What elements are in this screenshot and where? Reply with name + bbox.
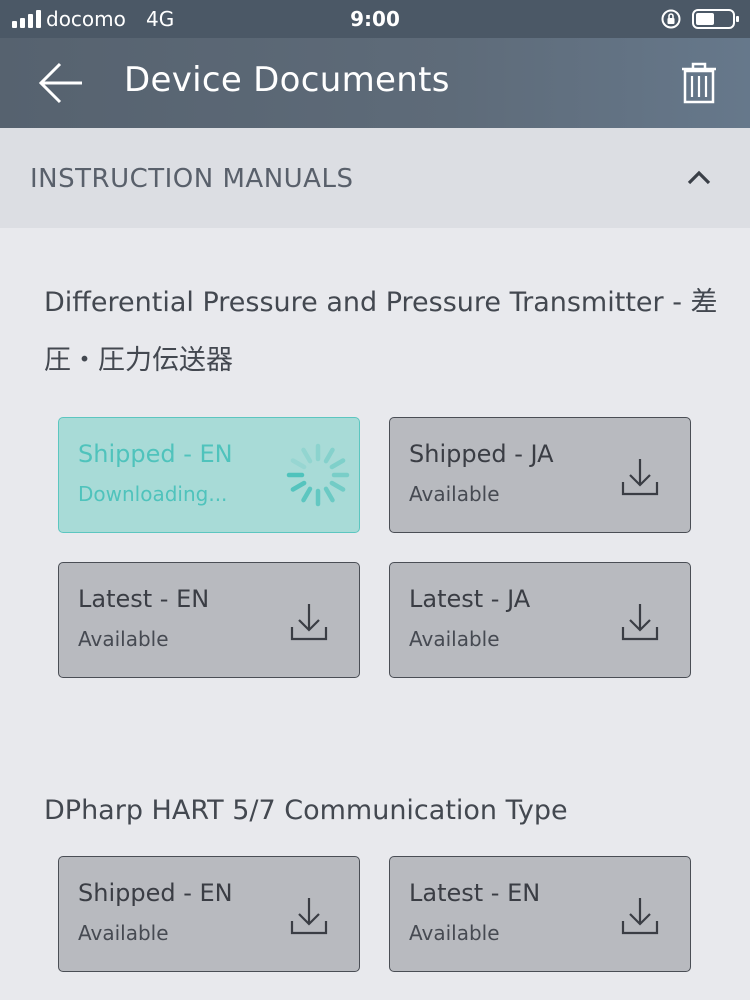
instruction-manuals-section-toggle[interactable]: INSTRUCTION MANUALS	[0, 128, 750, 228]
download-icon	[621, 459, 659, 496]
doc-label: Shipped - EN	[78, 879, 233, 907]
back-arrow-icon[interactable]	[36, 60, 86, 106]
group-title: Differential Pressure and Pressure Trans…	[44, 287, 718, 376]
download-icon	[290, 898, 328, 935]
download-icon	[621, 604, 659, 641]
app-header: Device Documents	[0, 38, 750, 128]
doc-button-shipped-ja[interactable]: Shipped - JA Available	[389, 417, 691, 533]
chevron-up-icon[interactable]	[686, 168, 712, 186]
loading-spinner-icon	[286, 443, 350, 507]
doc-label: Shipped - EN	[78, 440, 233, 468]
trash-icon[interactable]	[680, 62, 718, 104]
status-bar: docomo 4G 9:00	[0, 0, 750, 38]
orientation-lock-icon	[661, 9, 681, 29]
page-title: Device Documents	[124, 60, 450, 100]
doc-button-latest-en[interactable]: Latest - EN Available	[389, 856, 691, 972]
doc-status: Available	[78, 921, 169, 945]
section-label: INSTRUCTION MANUALS	[30, 164, 354, 194]
group-title: DPharp HART 5/7 Communication Type	[44, 795, 568, 826]
doc-status: Available	[409, 627, 500, 651]
doc-label: Latest - EN	[78, 585, 210, 613]
doc-button-latest-ja[interactable]: Latest - JA Available	[389, 562, 691, 678]
doc-label: Latest - JA	[409, 585, 531, 613]
clock: 9:00	[350, 7, 400, 31]
doc-status: Available	[409, 482, 500, 506]
doc-label: Latest - EN	[409, 879, 541, 907]
download-icon	[621, 898, 659, 935]
doc-button-shipped-en[interactable]: Shipped - EN Available	[58, 856, 360, 972]
doc-button-latest-en[interactable]: Latest - EN Available	[58, 562, 360, 678]
doc-label: Shipped - JA	[409, 440, 554, 468]
download-icon	[290, 604, 328, 641]
doc-button-shipped-en[interactable]: Shipped - EN Downloading...	[58, 417, 360, 533]
battery-icon	[692, 9, 739, 29]
doc-status: Available	[409, 921, 500, 945]
doc-status: Downloading...	[78, 482, 228, 506]
doc-status: Available	[78, 627, 169, 651]
